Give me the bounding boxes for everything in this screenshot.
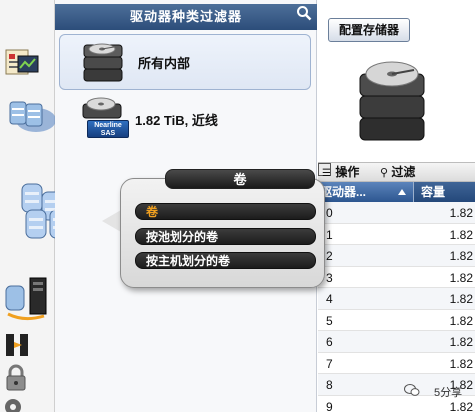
cell-drive-id: 4 [326,292,333,306]
drive-table-body: 0 1.82 1 1.82 2 1.82 3 1.82 4 1.82 5 1.82 6 1.8… [318,202,475,412]
cell-capacity: 1.82 [449,356,473,371]
access-lock-icon[interactable] [4,364,28,392]
popup-title: 卷 [165,169,315,189]
table-row[interactable]: 1 1.82 [318,224,475,245]
cell-capacity: 1.82 [449,399,473,412]
filter-item-all-internal[interactable]: 所有内部 [59,34,311,90]
actions-label: 操作 [335,165,360,179]
drive-table-header: 驱动器... 容量 [318,182,475,202]
cell-capacity: 1.82 [449,335,473,349]
hard-drive-stack-icon [83,43,123,82]
navigation-strip [0,0,71,412]
cell-capacity: 1.82 [449,249,473,263]
popup-pointer [102,210,121,232]
cell-drive-id: 9 [326,399,333,412]
filter-panel-header: 驱动器种类过滤器 [55,4,317,30]
dashboard-icon[interactable] [4,46,40,80]
settings-gear-icon[interactable] [2,396,24,412]
configure-storage-button[interactable]: 配置存储器 [328,18,410,42]
table-row[interactable]: 2 1.82 [318,245,475,267]
cell-drive-id: 6 [326,335,333,349]
hosts-icon[interactable] [4,274,52,322]
nearline-sas-badge: Nearline SAS [87,120,129,138]
filter-item-label: 1.82 TiB, 近线 [135,113,218,128]
filter-item-nearline[interactable]: Nearline SAS 1.82 TiB, 近线 [59,92,311,144]
filter-item-label: 所有内部 [138,56,191,71]
list-icon: ☰ [322,168,331,179]
cell-capacity: 1.82 [449,292,473,306]
copy-services-icon[interactable] [4,332,30,358]
filter-label: 过滤 [391,165,416,179]
cell-drive-id: 1 [326,227,333,242]
cell-drive-id: 3 [326,270,333,285]
cell-drive-id: 8 [326,378,333,392]
table-row[interactable]: 6 1.82 [318,331,475,353]
cell-capacity: 1.82 [449,206,473,220]
wechat-icon [404,384,420,396]
storage-pool-icon[interactable] [0,96,55,140]
search-icon[interactable] [296,5,312,21]
hard-drive-stack-icon [359,61,425,141]
drive-list-toolbar: ☰ 操作 ⚲ 过滤 [318,162,475,182]
cell-drive-id: 5 [326,313,333,328]
menu-item-volumes[interactable]: 卷 [135,203,316,220]
drive-list-pane: 配置存储器 ☰ 操作 ⚲ 过滤 驱动器... 容量 0 1.82 1 1.82 21… [318,0,475,412]
search-icon: ⚲ [380,167,389,179]
sort-ascending-icon [398,189,406,195]
cell-drive-id: 2 [326,249,333,263]
filter-button[interactable]: ⚲ 过滤 [380,164,415,181]
badge-label: Nearline SAS [94,122,122,137]
cell-drive-id: 0 [326,206,333,220]
table-row[interactable]: 4 1.82 [318,288,475,310]
column-header-capacity[interactable]: 容量 [421,182,445,202]
table-row[interactable]: 3 1.82 [318,267,475,288]
menu-item-volumes-by-host[interactable]: 按主机划分的卷 [135,252,316,269]
watermark-text: 5分享 [434,387,463,399]
actions-menu-button[interactable]: ☰ 操作 [322,164,359,181]
table-row[interactable]: 0 1.82 [318,202,475,224]
column-header-label: 驱动器... [320,185,367,199]
filter-panel-title: 驱动器种类过滤器 [129,9,242,24]
menu-item-volumes-by-pool[interactable]: 按池划分的卷 [135,228,316,245]
cell-capacity: 1.82 [449,227,473,242]
table-row[interactable]: 5 1.82 [318,310,475,331]
cell-drive-id: 7 [326,356,333,371]
cell-capacity: 1.82 [449,313,473,328]
cell-capacity: 1.82 [449,270,473,285]
table-row[interactable]: 7 1.82 [318,353,475,374]
